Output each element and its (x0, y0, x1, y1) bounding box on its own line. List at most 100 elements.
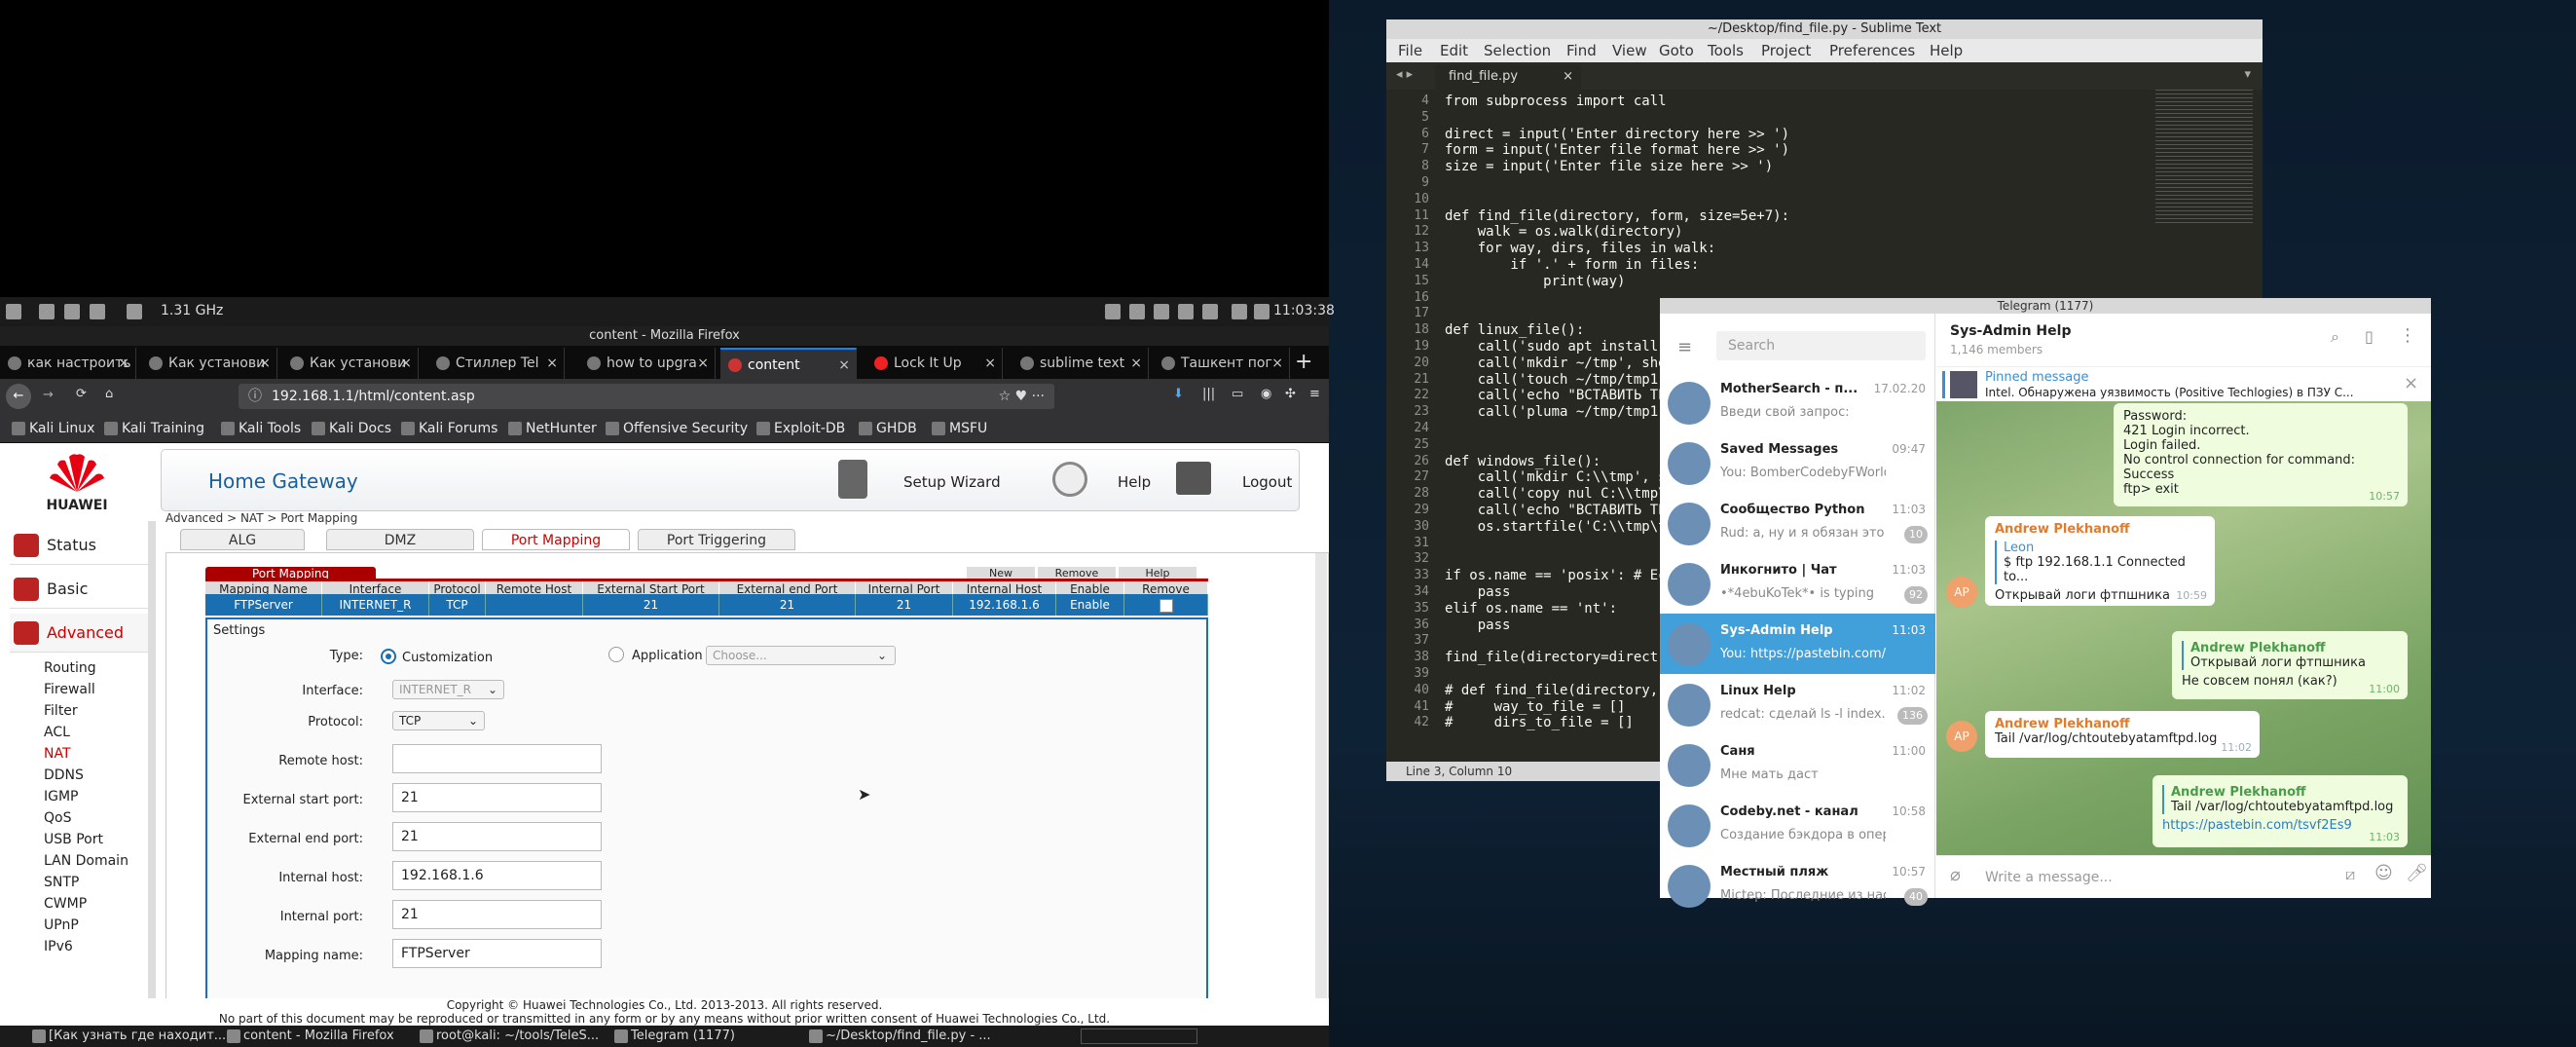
menu-tools[interactable]: Tools (1708, 39, 1744, 62)
close-tab-icon[interactable]: × (1271, 348, 1283, 379)
code-line[interactable]: call('sudo apt install (1445, 339, 1658, 355)
code-line[interactable]: elif os.name == 'nt': (1445, 601, 1617, 617)
sidebar-item-acl[interactable]: ACL (44, 725, 70, 740)
protocol-select[interactable]: TCP ⌄ (392, 711, 485, 730)
sidebar-item-upnp[interactable]: UPnP (44, 917, 79, 933)
message-bubble[interactable]: Andrew Plekhanoff Tail /var/log/chtouteb… (1985, 711, 2260, 758)
taskbar-item[interactable]: ~/Desktop/find_file.py - ... (806, 1026, 991, 1047)
panel-clock[interactable]: 11:03:38 (1254, 303, 1335, 318)
bookmark-kali-linux[interactable]: Kali Linux (10, 414, 94, 443)
back-button[interactable]: ← (6, 384, 31, 409)
code-line[interactable]: direct = input('Enter directory here >> … (1445, 127, 1789, 142)
menu-view[interactable]: View (1612, 39, 1647, 62)
workspace-switcher[interactable] (1081, 1028, 1197, 1044)
message-author[interactable]: Andrew Plekhanoff (1995, 522, 2205, 537)
help-link[interactable]: Help (1118, 473, 1151, 491)
tray-icon-5[interactable] (1202, 304, 1218, 319)
chat-list-item[interactable]: Сообщество Python ... 11:03 Rud: а, ну и я… (1660, 493, 1935, 553)
tab-port-mapping[interactable]: Port Mapping (482, 529, 630, 550)
mapping-name-input[interactable]: FTPServer (392, 939, 602, 968)
menu-icon[interactable]: ≡ (1309, 387, 1320, 401)
sidebar-basic[interactable]: Basic (10, 570, 156, 609)
avatar[interactable]: AP (1946, 577, 1977, 608)
application-radio[interactable] (608, 647, 624, 662)
url-bar[interactable]: ⓘ 192.168.1.1/html/content.asp ☆ ♥ ··· (239, 384, 1054, 409)
remove-checkbox[interactable] (1159, 598, 1173, 613)
interface-select[interactable]: INTERNET_R ⌄ (392, 680, 504, 699)
bookmark-offensive-security[interactable]: Offensive Security (604, 414, 748, 443)
tray-icon-2[interactable] (1129, 304, 1145, 319)
home-icon[interactable] (39, 304, 55, 319)
settings-icon[interactable] (127, 304, 142, 319)
internal-port-input[interactable]: 21 (392, 900, 602, 929)
search-icon[interactable]: ⌕ (2331, 327, 2339, 347)
browser-tab[interactable]: Как установи × (141, 348, 277, 379)
tab-dmz[interactable]: DMZ (326, 529, 474, 550)
tab-dropdown-icon[interactable]: ▾ (2244, 67, 2251, 82)
sidebar-item-routing[interactable]: Routing (44, 660, 96, 676)
tab-alg[interactable]: ALG (180, 529, 305, 550)
menu-selection[interactable]: Selection (1484, 39, 1551, 62)
close-tab-icon[interactable]: × (259, 348, 271, 379)
code-line[interactable]: # way_to_file = [] (1445, 699, 1625, 715)
bookmark-exploit-db[interactable]: Exploit-DB (754, 414, 845, 443)
browser-tab[interactable]: Как установи × (282, 348, 419, 379)
internal-host-input[interactable]: 192.168.1.6 (392, 861, 602, 890)
browser-tab[interactable]: Ташкент пог × (1154, 348, 1290, 379)
code-line[interactable]: walk = os.walk(directory) (1445, 224, 1683, 240)
extension-icon[interactable]: ✣ (1285, 387, 1296, 401)
code-line[interactable]: call('touch ~/tmp/tmp1. (1445, 372, 1667, 388)
emoji-icon[interactable]: ☺ (2374, 863, 2393, 883)
folder-icon[interactable] (64, 304, 80, 319)
message-input[interactable]: Write a message... (1936, 855, 2431, 898)
bookmark-kali-forums[interactable]: Kali Forums (399, 414, 497, 443)
message-bubble[interactable]: Andrew Plekhanoff Tail /var/log/chtouteby… (2153, 775, 2408, 847)
tab-port-triggering[interactable]: Port Triggering (638, 529, 795, 550)
sidebar-item-lan-domain[interactable]: LAN Domain (44, 853, 129, 869)
code-line[interactable]: if os.name == 'posix': # Ec (1445, 568, 1667, 583)
message-bubble[interactable]: Password: 421 Login incorrect. Login faile… (2114, 403, 2408, 506)
code-line[interactable]: call('pluma ~/tmp/tmp1 (1445, 404, 1658, 420)
code-line[interactable]: call('copy nul C:\\tmp\ (1445, 486, 1667, 502)
chat-list-item[interactable]: Sys-Admin Help 11:03 You: https://pastebin… (1660, 614, 1935, 674)
browser-tab-active[interactable]: content × (720, 348, 857, 379)
code-line[interactable]: call('mkdir C:\\tmp', s (1445, 469, 1667, 485)
attach-icon[interactable]: ⌀ (1950, 865, 1961, 885)
chat-list-item[interactable]: Саня 11:00 Мне мать даст (1660, 734, 1935, 795)
bookmark-msfu[interactable]: MSFU (930, 414, 987, 443)
browser-tab[interactable]: Стиллер Tel × (428, 348, 565, 379)
menu-edit[interactable]: Edit (1440, 39, 1468, 62)
content-scrollbar[interactable] (1315, 553, 1327, 1026)
sidebar-item-qos[interactable]: QoS (44, 810, 71, 826)
close-tab-icon[interactable]: × (546, 348, 558, 379)
browser-tab[interactable]: how to upgra × (579, 348, 716, 379)
chat-list-item[interactable]: Saved Messages 09:47 You: BomberCodebyFWor… (1660, 432, 1935, 493)
sidebar-item-ddns[interactable]: DDNS (44, 767, 84, 783)
tray-icon-3[interactable] (1154, 304, 1169, 319)
browser-tab[interactable]: как настроить × (0, 348, 136, 379)
browser-tab[interactable]: Lock It Up × (866, 348, 1003, 379)
code-line[interactable]: from subprocess import call (1445, 93, 1667, 109)
menu-project[interactable]: Project (1761, 39, 1811, 62)
help-icon[interactable] (1052, 462, 1087, 497)
sidebar-item-igmp[interactable]: IGMP (44, 789, 79, 804)
table-row[interactable]: FTPServer INTERNET_R TCP 21 21 21 192.16… (205, 594, 1208, 616)
reload-button[interactable]: ⟳ (76, 387, 87, 401)
tab-nav-icon[interactable]: ◂ ▸ (1396, 67, 1413, 82)
code-line[interactable]: call('echo "ВСТАВИТЬ ТЕ (1445, 503, 1667, 518)
sidebar-toggle-icon[interactable]: ▯ (2365, 327, 2374, 346)
close-tab-icon[interactable]: × (1130, 348, 1142, 379)
tray-icon-4[interactable] (1178, 304, 1194, 319)
menu-help[interactable]: Help (1930, 39, 1963, 62)
code-line[interactable]: size = input('Enter file size here >> ') (1445, 159, 1773, 174)
command-icon[interactable]: ⧄ (2345, 865, 2355, 884)
code-line[interactable]: for way, dirs, files in walk: (1445, 241, 1715, 256)
bookmark-kali-docs[interactable]: Kali Docs (310, 414, 391, 443)
close-tab-icon[interactable]: × (984, 348, 996, 379)
home-button[interactable]: ⌂ (105, 387, 113, 401)
sidebar-item-nat[interactable]: NAT (44, 746, 71, 762)
sidebar-scrollbar[interactable] (148, 521, 156, 1008)
microphone-icon[interactable]: 🎤︎ (2406, 863, 2428, 883)
new-tab-button[interactable]: + (1295, 350, 1312, 374)
remote-host-input[interactable] (392, 744, 602, 773)
